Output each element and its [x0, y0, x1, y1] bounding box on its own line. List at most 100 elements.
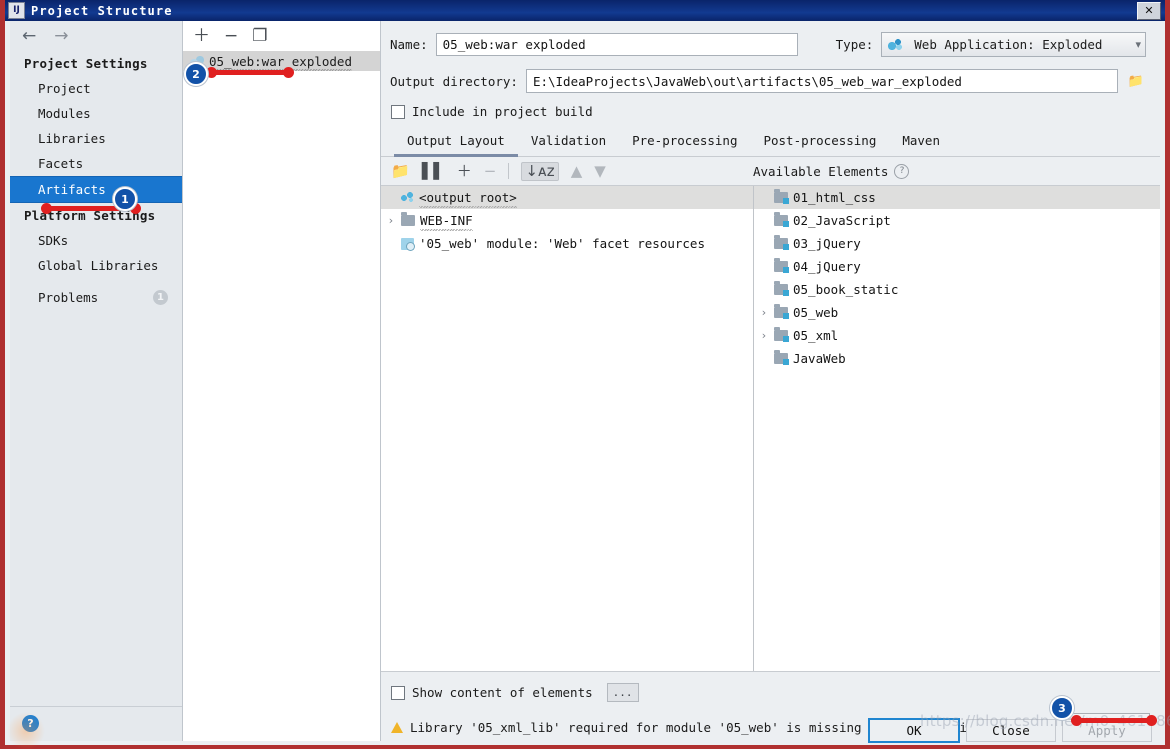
window-titlebar: IJ Project Structure ✕ — [5, 0, 1165, 21]
available-element-row[interactable]: 02_JavaScript — [754, 209, 1160, 232]
sidebar-item-global-libraries[interactable]: Global Libraries — [10, 253, 182, 278]
name-label: Name: — [390, 37, 428, 52]
show-content-more-button[interactable]: ... — [606, 683, 639, 702]
module-folder-icon — [774, 304, 789, 319]
artifact-list-item-label: 05_web:war exploded — [209, 53, 352, 71]
tree-row-output-root[interactable]: <output root> — [381, 186, 753, 209]
create-directory-icon[interactable]: 📁 — [391, 163, 410, 179]
dialog-content: ← → Project Settings Project Modules Lib… — [10, 21, 1160, 741]
layout-panes: <output root> › WEB-INF '05_web' module:… — [381, 185, 1160, 671]
type-select-value: Web Application: Exploded — [914, 37, 1103, 52]
tree-row-label: WEB-INF — [420, 213, 473, 231]
available-element-label: 03_jQuery — [793, 236, 861, 251]
tab-validation[interactable]: Validation — [518, 130, 619, 157]
sidebar-item-modules[interactable]: Modules — [10, 101, 182, 126]
back-arrow-icon[interactable]: ← — [22, 27, 36, 45]
include-in-build-label: Include in project build — [412, 104, 593, 119]
tab-output-layout[interactable]: Output Layout — [394, 130, 518, 157]
artifacts-toolbar: ＋ − ❐ — [183, 21, 380, 51]
move-down-icon[interactable]: ▼ — [594, 163, 606, 179]
available-element-label: 04_jQuery — [793, 259, 861, 274]
output-directory-label: Output directory: — [390, 73, 518, 89]
sidebar-filler — [10, 305, 182, 706]
available-element-label: JavaWeb — [793, 351, 846, 366]
sidebar-item-project[interactable]: Project — [10, 76, 182, 101]
include-in-build-checkbox[interactable] — [391, 104, 405, 119]
tree-twisty-05-xml[interactable]: › — [754, 329, 774, 342]
available-element-row[interactable]: 05_book_static — [754, 278, 1160, 301]
problems-count-badge: 1 — [153, 290, 168, 305]
window-title: Project Structure — [31, 3, 173, 18]
available-element-row[interactable]: 03_jQuery — [754, 232, 1160, 255]
available-element-row[interactable]: JavaWeb — [754, 347, 1160, 370]
available-element-label: 05_xml — [793, 328, 839, 343]
available-element-row[interactable]: 04_jQuery — [754, 255, 1160, 278]
tab-maven[interactable]: Maven — [889, 130, 953, 157]
tree-row-facet-resources[interactable]: '05_web' module: 'Web' facet resources — [381, 232, 753, 255]
output-layout-tree: <output root> › WEB-INF '05_web' module:… — [381, 186, 754, 671]
facet-resources-icon — [401, 237, 415, 251]
sidebar-item-artifacts[interactable]: Artifacts — [10, 176, 182, 203]
available-elements-help-icon[interactable]: ? — [894, 163, 910, 179]
tree-row-label: '05_web' module: 'Web' facet resources — [419, 236, 705, 251]
available-elements-header: Available Elements ? — [753, 163, 1160, 179]
show-content-row[interactable]: Show content of elements ... — [381, 680, 1160, 702]
tab-pre-processing[interactable]: Pre-processing — [619, 130, 750, 157]
output-layout-toolbar: 📁 ▌▌ ＋ − ↓ᴀᴢ ▲ ▼ Available Elements ? — [381, 157, 1160, 185]
type-select[interactable]: Web Application: Exploded ▾ — [881, 32, 1146, 57]
web-application-icon — [888, 38, 904, 51]
sidebar-item-libraries[interactable]: Libraries — [10, 126, 182, 151]
move-up-icon[interactable]: ▲ — [571, 163, 583, 179]
tab-post-processing[interactable]: Post-processing — [750, 130, 889, 157]
show-content-checkbox[interactable] — [391, 685, 405, 700]
chevron-down-icon: ▾ — [1135, 38, 1141, 51]
sort-alphabetically-icon[interactable]: ↓ᴀᴢ — [521, 161, 559, 181]
sidebar-group-project-settings: Project Settings — [24, 56, 148, 71]
annotation-number-1: 1 — [113, 187, 137, 211]
project-structure-dialog: IJ Project Structure ✕ ← → Project Setti… — [0, 0, 1170, 750]
folder-icon — [401, 212, 415, 226]
module-folder-icon — [774, 189, 789, 204]
available-element-label: 05_book_static — [793, 282, 899, 297]
module-folder-icon — [774, 258, 789, 273]
include-in-build-row[interactable]: Include in project build — [381, 93, 1160, 119]
tree-row-web-inf[interactable]: › WEB-INF — [381, 209, 753, 232]
available-element-row[interactable]: › 05_web — [754, 301, 1160, 324]
tree-twisty-web-inf[interactable]: › — [381, 214, 401, 227]
settings-sidebar: ← → Project Settings Project Modules Lib… — [10, 21, 183, 741]
create-archive-icon[interactable]: ▌▌ — [422, 163, 445, 179]
output-root-icon — [401, 192, 414, 203]
forward-arrow-icon[interactable]: → — [54, 27, 68, 45]
module-folder-icon — [774, 327, 789, 342]
copy-icon[interactable]: ❐ — [252, 27, 267, 45]
sidebar-item-facets[interactable]: Facets — [10, 151, 182, 176]
close-icon[interactable]: ✕ — [1137, 1, 1161, 20]
annotation-number-2: 2 — [184, 62, 208, 86]
add-copy-icon[interactable]: ＋ — [457, 163, 472, 179]
add-icon[interactable]: ＋ — [193, 27, 210, 45]
type-label: Type: — [835, 37, 874, 52]
annotation-underline-2 — [206, 67, 294, 78]
available-element-row[interactable]: › 05_xml — [754, 324, 1160, 347]
sidebar-item-problems[interactable]: Problems 1 — [10, 278, 182, 305]
annotation-underline-3 — [1071, 715, 1157, 726]
available-element-label: 01_html_css — [793, 190, 876, 205]
name-input[interactable]: 05_web:war exploded — [435, 33, 798, 56]
output-directory-input[interactable]: E:\IdeaProjects\JavaWeb\out\artifacts\05… — [525, 69, 1118, 93]
remove-element-icon[interactable]: − — [484, 163, 497, 179]
remove-icon[interactable]: − — [224, 27, 238, 45]
annotation-glow — [7, 712, 45, 750]
available-elements-tree: 01_html_css 02_JavaScript 03_jQuery 04_j… — [754, 186, 1160, 671]
toolbar-divider — [508, 163, 510, 179]
sidebar-item-sdks[interactable]: SDKs — [10, 228, 182, 253]
tree-twisty-05-web[interactable]: › — [754, 306, 774, 319]
problems-label: Problems — [38, 290, 99, 305]
module-folder-icon — [774, 212, 789, 227]
idea-logo-icon: IJ — [8, 2, 25, 19]
sidebar-nav: ← → — [10, 21, 182, 51]
annotation-number-3: 3 — [1050, 696, 1074, 720]
browse-folder-icon[interactable]: 📁 — [1126, 72, 1146, 90]
artifacts-list-panel: ＋ − ❐ 05_web:war exploded — [183, 21, 381, 741]
available-element-row[interactable]: 01_html_css — [754, 186, 1160, 209]
available-elements-label: Available Elements — [753, 163, 889, 179]
